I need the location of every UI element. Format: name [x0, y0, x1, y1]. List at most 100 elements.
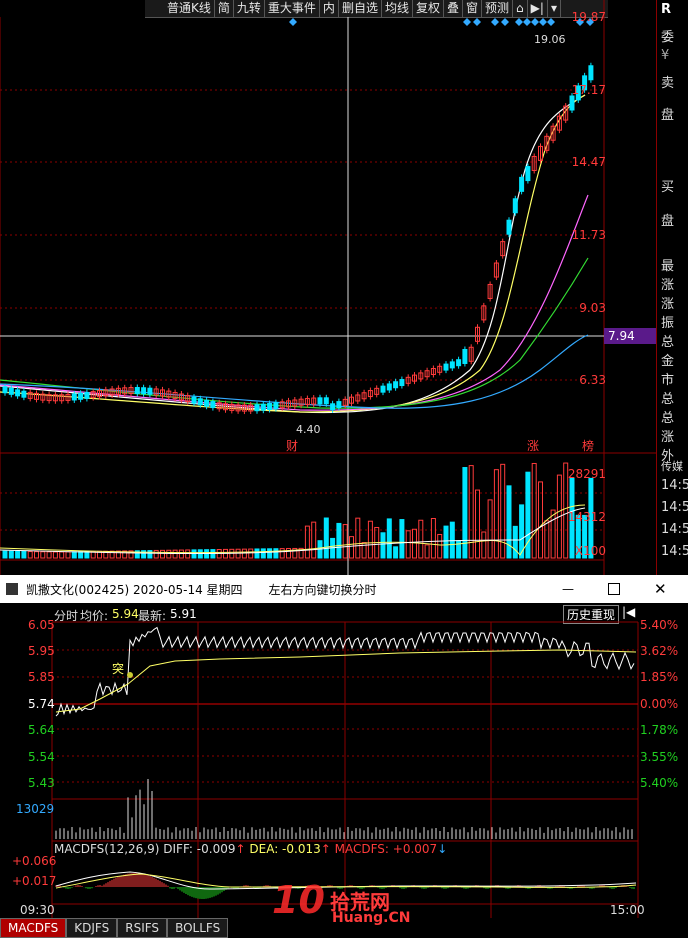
- close-icon[interactable]: ✕: [654, 580, 667, 598]
- minimize-icon[interactable]: —: [562, 582, 574, 596]
- volume-tick: 14312: [567, 510, 606, 524]
- side-label: 盘: [661, 108, 675, 123]
- intraday-pct-tick: 1.78%: [640, 723, 679, 737]
- macdfs-value: MACDFS: +0.007: [334, 842, 438, 856]
- window-title: 凯撒文化(002425) 2020-05-14 星期四: [26, 582, 243, 597]
- time-start: 09:30: [20, 903, 55, 917]
- volume-bar: [248, 548, 254, 559]
- price-tick: 9.03: [579, 301, 606, 315]
- volume-bars: [2, 462, 594, 559]
- volume-bar: [279, 548, 285, 559]
- intraday-price-tick: 5.74: [28, 697, 55, 711]
- volume-bar: [40, 551, 46, 559]
- volume-bar: [405, 530, 411, 559]
- low-price-label: 4.40: [296, 423, 321, 436]
- volume-bar: [393, 546, 399, 559]
- side-label: 涨: [661, 278, 675, 293]
- intraday-pct-tick: 5.40%: [640, 776, 679, 790]
- volume-bar: [34, 551, 39, 559]
- candle-body: [8, 387, 14, 395]
- candle-body: [506, 219, 512, 235]
- price-tick: 11.73: [571, 228, 606, 242]
- side-label: 盘: [661, 214, 675, 229]
- candle-body: [21, 390, 27, 398]
- candle-body: [386, 383, 392, 391]
- candle-body: [204, 399, 210, 407]
- candle-body: [456, 359, 462, 367]
- intraday-price-tick: 5.95: [28, 644, 55, 658]
- volume-bar: [65, 551, 71, 559]
- intraday-price-tick: 6.05: [28, 618, 55, 632]
- volume-bar: [147, 550, 153, 559]
- candle-body: [147, 387, 153, 395]
- macd-title: MACDFS(12,26,9): [54, 842, 160, 856]
- candle-body: [254, 404, 260, 412]
- candle-body: [443, 363, 449, 371]
- candle-body: [336, 401, 342, 409]
- intraday-volume-bars: [55, 779, 633, 839]
- volume-bar: [380, 532, 386, 559]
- volume-bar: [160, 549, 165, 559]
- candle-body: [191, 396, 197, 404]
- volume-bar: [475, 489, 480, 559]
- side-label: 卖: [661, 76, 675, 91]
- candle-body: [525, 166, 531, 182]
- intraday-avg-line: [55, 649, 637, 713]
- vol-ma5-line: [0, 504, 586, 556]
- volume-bar: [430, 517, 436, 559]
- volume-bar: [349, 536, 354, 559]
- sector-label: 传媒: [661, 460, 683, 473]
- time-end: 15:00: [610, 903, 645, 917]
- volume-bar: [506, 485, 512, 559]
- tick-time: 14:5: [661, 478, 688, 493]
- candle-body: [71, 393, 77, 401]
- volume-bar: [412, 528, 417, 559]
- volume-bar: [153, 549, 159, 559]
- side-label: 买: [661, 180, 675, 195]
- candle-body: [84, 391, 90, 399]
- intraday-window-titlebar[interactable]: 凯撒文化(002425) 2020-05-14 星期四 左右方向键切换分时 — …: [0, 575, 688, 603]
- side-label: 振: [661, 316, 675, 331]
- volume-bar: [172, 549, 178, 559]
- event-rank[interactable]: 榜: [582, 437, 594, 454]
- candle-body: [141, 387, 147, 395]
- volume-bar: [166, 549, 172, 559]
- maximize-icon[interactable]: [608, 583, 620, 595]
- event-limitup[interactable]: 涨: [527, 437, 539, 454]
- volume-bar: [424, 544, 430, 559]
- diff-value: DIFF: -0.009: [163, 842, 236, 856]
- kline-chart[interactable]: [0, 0, 656, 575]
- volume-bar: [531, 462, 537, 559]
- candle-body: [519, 176, 525, 192]
- tick-time: 14:5: [661, 500, 688, 515]
- price-tick: 17.17: [571, 83, 606, 97]
- tab-bollfs[interactable]: BOLLFS: [167, 918, 229, 938]
- event-fin[interactable]: 财: [286, 437, 298, 454]
- quote-side-panel: R 委 ¥ 卖 盘 买 盘 最 涨 涨 振 总 金 市 总 总 涨 外 传媒 1…: [656, 0, 688, 600]
- price-tick: 14.47: [571, 155, 606, 169]
- volume-bar: [437, 533, 443, 559]
- volume-bar: [311, 521, 317, 559]
- volume-bar: [550, 509, 556, 559]
- intraday-chart[interactable]: [0, 604, 688, 918]
- volume-bar: [59, 551, 65, 559]
- tab-rsifs[interactable]: RSIFS: [117, 918, 168, 938]
- watermark-domain: Huang.CN: [332, 910, 411, 926]
- intraday-price-tick: 5.43: [28, 776, 55, 790]
- volume-bar: [8, 550, 14, 559]
- candle-body: [462, 348, 468, 364]
- volume-bar: [52, 551, 58, 559]
- volume-bar: [323, 517, 329, 559]
- tab-macdfs[interactable]: MACDFS: [0, 918, 67, 938]
- volume-unit: X100: [574, 544, 606, 558]
- volume-bar: [27, 551, 33, 559]
- volume-bar: [336, 522, 342, 559]
- side-label: 总: [661, 411, 675, 426]
- tab-kdjfs[interactable]: KDJFS: [66, 918, 118, 938]
- volume-bar: [468, 465, 474, 559]
- volume-bar: [260, 548, 266, 559]
- volume-bar: [254, 548, 260, 559]
- volume-bar: [481, 531, 487, 559]
- volume-bar: [418, 519, 424, 559]
- candle-body: [273, 402, 279, 410]
